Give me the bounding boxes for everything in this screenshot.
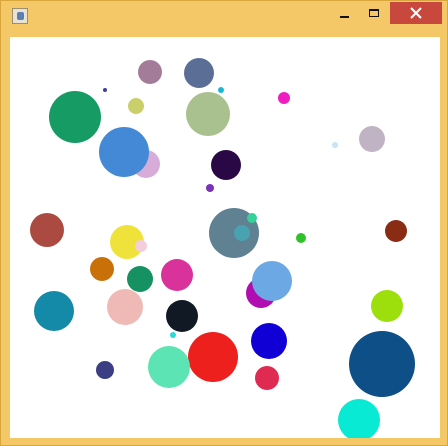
circle: [218, 87, 224, 93]
circle: [148, 346, 190, 388]
circle: [107, 289, 143, 325]
circle: [34, 291, 74, 331]
circle: [211, 150, 241, 180]
maximize-button[interactable]: [361, 2, 387, 24]
circle: [127, 266, 153, 292]
circle: [252, 261, 292, 301]
circle: [96, 361, 114, 379]
circle: [206, 184, 214, 192]
canvas: [10, 37, 440, 438]
circle: [251, 323, 287, 359]
minimize-button[interactable]: [331, 2, 357, 24]
circle: [135, 240, 147, 252]
circle: [184, 58, 214, 88]
circle: [338, 399, 380, 438]
circle: [49, 91, 101, 143]
circle: [247, 213, 257, 223]
circle: [99, 127, 149, 177]
close-button[interactable]: [390, 2, 442, 24]
circle: [128, 98, 144, 114]
circle: [296, 233, 306, 243]
circle: [161, 259, 193, 291]
circle: [186, 92, 230, 136]
circle: [234, 225, 250, 241]
circle: [359, 126, 385, 152]
circle: [103, 88, 107, 92]
circle: [90, 257, 114, 281]
circle: [385, 220, 407, 242]
maximize-icon: [369, 9, 379, 17]
circle: [349, 331, 415, 397]
circle: [170, 332, 176, 338]
app-window: [0, 0, 448, 446]
circle: [255, 366, 279, 390]
circle: [278, 92, 290, 104]
circle: [188, 332, 238, 382]
circle: [138, 60, 162, 84]
title-bar[interactable]: [1, 1, 447, 31]
close-icon: [410, 7, 422, 19]
circle: [166, 300, 198, 332]
circle: [30, 213, 64, 247]
java-app-icon[interactable]: [12, 8, 28, 24]
circle: [332, 142, 338, 148]
minimize-icon: [339, 16, 349, 18]
circle: [371, 290, 403, 322]
